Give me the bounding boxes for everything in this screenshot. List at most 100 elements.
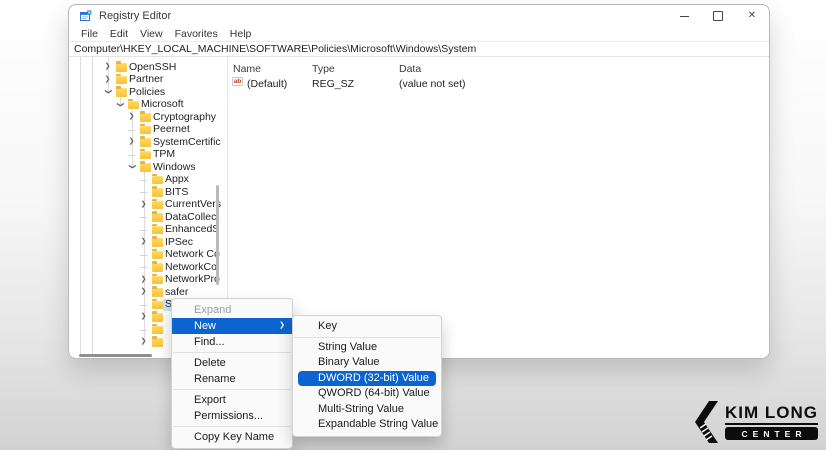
close-button[interactable] (735, 5, 769, 27)
address-bar[interactable]: Computer\HKEY_LOCAL_MACHINE\SOFTWARE\Pol… (69, 41, 769, 57)
chevron-collapsed-icon[interactable] (128, 113, 135, 120)
menu-view[interactable]: View (140, 28, 163, 40)
submenu-item-multi-string-value[interactable]: Multi-String Value (293, 402, 441, 418)
menu-help[interactable]: Help (230, 28, 252, 40)
tree-item-currentvers[interactable]: CurrentVers (69, 199, 227, 212)
folder-icon (152, 188, 163, 197)
submenu-item-expandable-string-value[interactable]: Expandable String Value (293, 417, 441, 433)
chevron-collapsed-icon[interactable] (140, 288, 147, 295)
tree-item-systemcertific[interactable]: SystemCertific (69, 136, 227, 149)
tree-item-network-co[interactable]: Network Co (69, 249, 227, 262)
tree-item-tpm[interactable]: TPM (69, 149, 227, 162)
tree-item-ipsec[interactable]: IPSec (69, 236, 227, 249)
chevron-collapsed-icon[interactable] (128, 138, 135, 145)
context-menu-item-permissions[interactable]: Permissions... (172, 408, 292, 424)
context-menu-item-rename[interactable]: Rename (172, 371, 292, 387)
desktop: Registry Editor File Edit View Favorites Hel… (0, 0, 826, 450)
tree-item-label: NetworkPro (165, 274, 220, 286)
tree-item-networkpro[interactable]: NetworkPro (69, 274, 227, 287)
tree-item-enhanceds[interactable]: EnhancedS (69, 224, 227, 237)
chevron-expanded-icon[interactable] (128, 163, 135, 170)
tree-item-label: Partner (129, 74, 163, 86)
context-menu-item-new[interactable]: New (172, 318, 292, 334)
maximize-button[interactable] (701, 5, 735, 27)
chevron-expanded-icon[interactable] (104, 88, 111, 95)
tree-item-label: Cryptography (153, 112, 216, 124)
context-menu-item-export[interactable]: Export (172, 392, 292, 408)
tree-item-label: DataCollect (165, 212, 219, 224)
folder-icon (152, 263, 163, 272)
context-menu-item-expand: Expand (172, 302, 292, 318)
folder-icon (116, 88, 127, 97)
context-menu: ExpandNewFind... DeleteRename ExportPermis… (171, 298, 293, 449)
menu-edit[interactable]: Edit (110, 28, 128, 40)
context-menu-item-copy-key-name[interactable]: Copy Key Name (172, 429, 292, 445)
window-title: Registry Editor (99, 10, 171, 22)
title-bar[interactable]: Registry Editor (69, 5, 769, 27)
minimize-button[interactable] (667, 5, 701, 27)
folder-icon (152, 213, 163, 222)
tree-item-cryptography[interactable]: Cryptography (69, 111, 227, 124)
menu-separator (173, 389, 291, 390)
context-menu-item-delete[interactable]: Delete (172, 355, 292, 371)
folder-icon (152, 288, 163, 297)
tree-connector-line (140, 255, 147, 256)
chevron-collapsed-icon[interactable] (104, 76, 111, 83)
column-header-data[interactable]: Data (399, 63, 421, 75)
folder-icon (140, 126, 151, 135)
tree-item-label: TPM (153, 149, 175, 161)
tree-item-bits[interactable]: BITS (69, 186, 227, 199)
menu-favorites[interactable]: Favorites (175, 28, 218, 40)
tree-item-label: Network Co (165, 249, 220, 261)
tree-connector-line (128, 130, 135, 131)
tree-item-label: Appx (165, 174, 189, 186)
folder-icon (152, 326, 163, 335)
chevron-collapsed-icon[interactable] (140, 276, 147, 283)
tree-item-label: NetworkCo (165, 262, 217, 274)
tree-item-label: Policies (129, 87, 165, 99)
chevron-collapsed-icon[interactable] (140, 201, 147, 208)
registry-editor-icon (80, 10, 92, 22)
address-text: Computer\HKEY_LOCAL_MACHINE\SOFTWARE\Pol… (74, 43, 476, 55)
tree-item-datacollect[interactable]: DataCollect (69, 211, 227, 224)
tree-item-openssh[interactable]: OpenSSH (69, 61, 227, 74)
submenu-item-binary-value[interactable]: Binary Value (293, 355, 441, 371)
submenu-item-qword-64-bit-value[interactable]: QWORD (64-bit) Value (293, 386, 441, 402)
tree-item-microsoft[interactable]: Microsoft (69, 99, 227, 112)
tree-connector-line (140, 180, 147, 181)
menu-separator (173, 352, 291, 353)
chevron-collapsed-icon[interactable] (140, 313, 147, 320)
chevron-collapsed-icon[interactable] (140, 238, 147, 245)
context-menu-item-find[interactable]: Find... (172, 334, 292, 350)
folder-icon (128, 101, 139, 110)
menu-file[interactable]: File (81, 28, 98, 40)
value-name[interactable]: (Default) (247, 78, 287, 90)
value-type: REG_SZ (312, 78, 354, 90)
watermark-divider (725, 423, 818, 425)
tree-item-windows[interactable]: Windows (69, 161, 227, 174)
chevron-collapsed-icon[interactable] (104, 63, 111, 70)
folder-icon (152, 276, 163, 285)
tree-item-appx[interactable]: Appx (69, 174, 227, 187)
submenu-item-dword-32-bit-value[interactable]: DWORD (32-bit) Value (298, 371, 436, 387)
tree-horizontal-scrollbar[interactable] (79, 354, 152, 357)
submenu-item-key[interactable]: Key (293, 319, 441, 335)
submenu-item-string-value[interactable]: String Value (293, 340, 441, 356)
maximize-icon (713, 11, 723, 21)
tree-item-policies[interactable]: Policies (69, 86, 227, 99)
tree-item-partner[interactable]: Partner (69, 74, 227, 87)
column-header-name[interactable]: Name (233, 63, 261, 75)
tree-item-label: CurrentVers (165, 199, 221, 211)
tree-item-peernet[interactable]: Peernet (69, 124, 227, 137)
kim-long-logo-icon (692, 401, 720, 443)
tree-connector-line (140, 192, 147, 193)
chevron-collapsed-icon[interactable] (140, 338, 147, 345)
chevron-expanded-icon[interactable] (116, 101, 123, 108)
tree-connector-line (140, 330, 147, 331)
folder-icon (140, 163, 151, 172)
column-header-type[interactable]: Type (312, 63, 335, 75)
tree-item-networkco[interactable]: NetworkCo (69, 261, 227, 274)
tree-vertical-scrollbar[interactable] (216, 185, 219, 285)
tree-item-safer[interactable]: safer (69, 286, 227, 299)
window-controls (667, 5, 769, 27)
